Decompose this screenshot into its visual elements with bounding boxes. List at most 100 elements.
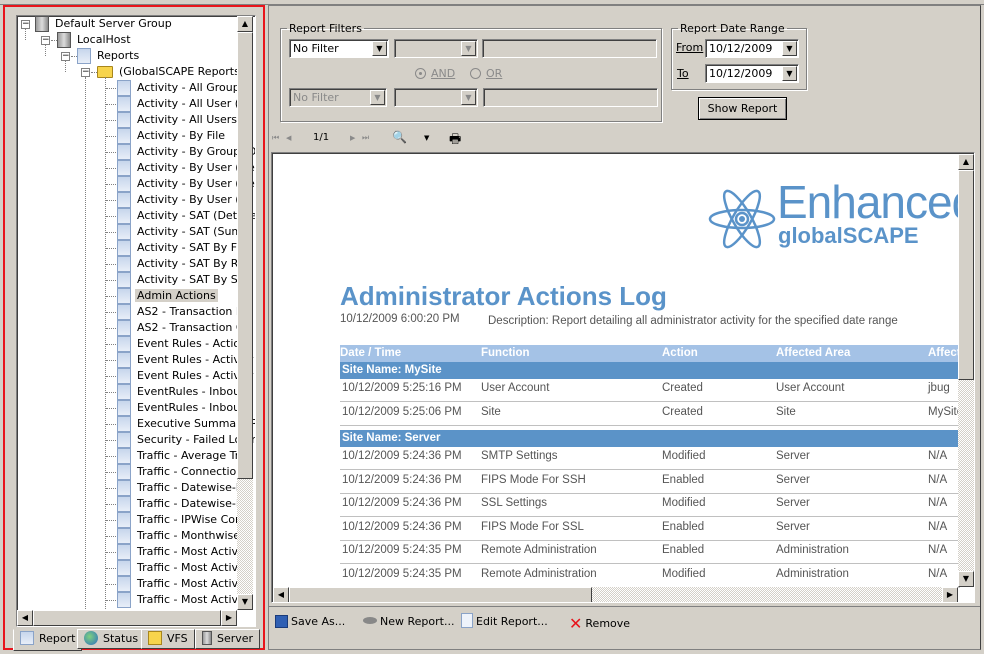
report-file-icon — [117, 592, 131, 608]
table-row: 10/12/2009 5:25:06 PM Site Created Site MySi… — [340, 403, 963, 426]
tree-line — [106, 216, 116, 217]
tree-item-report[interactable]: Activity - By User (Su — [117, 192, 255, 208]
report-date-range-legend: Report Date Range — [680, 22, 785, 35]
report-tree[interactable]: − Default Server Group − LocalHost − Reports −… — [16, 15, 256, 627]
save-as-button[interactable]: Save As... — [275, 615, 345, 628]
tree-item-report[interactable]: AS2 - Transaction De — [117, 304, 253, 320]
tree-item-report[interactable]: Traffic - Monthwise-II — [117, 528, 253, 544]
scroll-left-button[interactable]: ◀ — [17, 610, 33, 626]
tree-item-report[interactable]: Traffic - Connections — [117, 464, 251, 480]
tree-item-report[interactable]: Traffic - Datewise-ho — [117, 480, 252, 496]
tree-item-report[interactable]: Event Rules - Actions — [117, 336, 255, 352]
scroll-up-button[interactable]: ▲ — [237, 16, 253, 32]
tree-item-report[interactable]: Activity - SAT (Summ — [117, 224, 255, 240]
next-page-button[interactable]: ▶ — [350, 134, 355, 142]
tree-item-report[interactable]: Event Rules - Activity — [117, 352, 255, 368]
scroll-thumb[interactable] — [237, 32, 253, 479]
scroll-thumb[interactable] — [958, 170, 974, 380]
tree-item-report[interactable]: Activity - SAT (Detaile — [117, 208, 255, 224]
report-filters-legend: Report Filters — [289, 22, 362, 35]
globe-icon — [84, 631, 98, 645]
to-date-picker[interactable]: 10/12/2009 ▼ — [705, 64, 799, 83]
tree-item-report[interactable]: EventRules - Inbounc — [117, 384, 255, 400]
scroll-down-button[interactable]: ▼ — [237, 594, 253, 610]
table-row: 10/12/2009 5:24:35 PM Remote Administrati… — [340, 565, 960, 588]
tree-item-report[interactable]: Traffic - Datewise-IPv — [117, 496, 254, 512]
tree-item-report[interactable]: Activity - All Users (D — [117, 112, 255, 128]
tree-line — [106, 88, 116, 89]
collapse-toggle-icon[interactable]: − — [21, 20, 30, 29]
tree-item-report[interactable]: EventRules - Inbounc — [117, 400, 255, 416]
scroll-thumb-h[interactable] — [289, 587, 592, 602]
tree-item-report[interactable]: Event Rules - Activity — [117, 368, 255, 384]
tree-item-report[interactable]: Traffic - Most Active I — [117, 544, 254, 560]
tab-report[interactable]: Report — [13, 629, 83, 651]
report-horizontal-scrollbar[interactable]: ◀ ▶ — [273, 587, 958, 602]
prev-page-button[interactable]: ◀ — [286, 134, 291, 142]
tree-item-report[interactable]: Activity - By User (De — [117, 176, 255, 192]
tree-vertical-scrollbar[interactable]: ▲ ▼ — [237, 16, 253, 610]
report-file-icon — [117, 224, 131, 240]
show-report-button[interactable]: Show Report — [698, 97, 787, 120]
tree-item-report[interactable]: Traffic - IPWise Conn — [117, 512, 251, 528]
tree-item-report[interactable]: Security - Failed Login — [117, 432, 255, 448]
new-report-button[interactable]: New Report... — [363, 615, 454, 628]
collapse-toggle-icon[interactable]: − — [61, 52, 70, 61]
tab-vfs[interactable]: VFS — [141, 629, 195, 649]
tab-status[interactable]: Status — [77, 629, 146, 649]
tree-item-report[interactable]: Traffic - Average Tra — [117, 448, 248, 464]
site-group-header: Site Name: Server — [340, 430, 960, 447]
tree-item-report[interactable]: Activity - SAT By File — [117, 240, 251, 256]
report-viewer-panel: Report Filters No Filter ▼ ▼ AND OR No F… — [268, 5, 981, 650]
tree-item-report[interactable]: Activity - SAT By Rec — [117, 256, 253, 272]
collapse-toggle-icon[interactable]: − — [81, 68, 90, 77]
scroll-up-button[interactable]: ▲ — [958, 154, 974, 170]
table-header-row: Date / Time Function Action Affected Are… — [340, 345, 961, 362]
scroll-right-button[interactable]: ▶ — [221, 610, 237, 626]
tree-item-report[interactable]: Traffic - Most Active I — [117, 576, 254, 592]
zoom-icon[interactable]: 🔍 — [392, 130, 407, 144]
collapse-toggle-icon[interactable]: − — [41, 36, 50, 45]
tree-item-report[interactable]: Activity - By File — [117, 128, 227, 144]
report-file-icon — [117, 448, 131, 464]
report-file-icon — [117, 496, 131, 512]
tree-item-report[interactable]: Traffic - Most Active I — [117, 592, 254, 608]
print-icon[interactable]: 🖶 — [449, 130, 461, 152]
from-date-picker[interactable]: 10/12/2009 ▼ — [705, 39, 799, 58]
tree-horizontal-scrollbar[interactable]: ◀ ▶ — [17, 610, 237, 626]
chevron-down-icon: ▼ — [461, 90, 476, 105]
scroll-down-button[interactable]: ▼ — [958, 571, 974, 587]
scroll-right-button[interactable]: ▶ — [942, 587, 958, 602]
tree-line — [106, 408, 116, 409]
chevron-down-icon[interactable]: ▼ — [782, 41, 797, 56]
edit-report-button[interactable]: Edit Report... — [461, 613, 548, 628]
zoom-dropdown-icon[interactable]: ▼ — [424, 134, 429, 142]
tree-item-report[interactable]: Traffic - Most Active I — [117, 560, 254, 576]
tree-item-report[interactable]: Activity - By User (De — [117, 160, 255, 176]
report-file-icon — [117, 176, 131, 192]
remove-button[interactable]: ✕ Remove — [569, 614, 630, 633]
tree-node-server-group[interactable]: Default Server Group — [35, 16, 174, 32]
first-page-button[interactable]: ⏮ — [272, 133, 279, 143]
filter1-field-select[interactable]: No Filter ▼ — [289, 39, 389, 58]
tree-item-report[interactable]: Activity - By Group (D — [117, 144, 255, 160]
scroll-left-button[interactable]: ◀ — [273, 587, 289, 602]
chevron-down-icon[interactable]: ▼ — [782, 66, 797, 81]
tree-line — [106, 360, 116, 361]
report-vertical-scrollbar[interactable]: ▲ ▼ — [958, 154, 974, 587]
tree-item-report[interactable]: Activity - SAT By Sen — [117, 272, 253, 288]
tree-item-report[interactable]: Activity - All User (Su — [117, 96, 255, 112]
tree-item-report[interactable]: Executive Summary R — [117, 416, 255, 432]
tab-server[interactable]: Server — [195, 629, 261, 649]
table-cell: N/A — [928, 497, 948, 509]
scroll-thumb-h[interactable] — [33, 610, 221, 626]
tree-item-report[interactable]: Activity - All Groups ( — [117, 80, 255, 96]
tree-node-reports[interactable]: Reports — [77, 48, 141, 64]
tree-item-report[interactable]: AS2 - Transaction Ov — [117, 320, 253, 336]
tree-item-report[interactable]: Admin Actions — [117, 288, 218, 304]
report-file-icon — [117, 384, 131, 400]
chevron-down-icon[interactable]: ▼ — [372, 41, 387, 56]
tree-node-localhost[interactable]: LocalHost — [57, 32, 133, 48]
last-page-button[interactable]: ⏭ — [362, 133, 369, 143]
tree-node-globalscape-reports[interactable]: (GlobalSCAPE Reports) — [97, 64, 246, 80]
